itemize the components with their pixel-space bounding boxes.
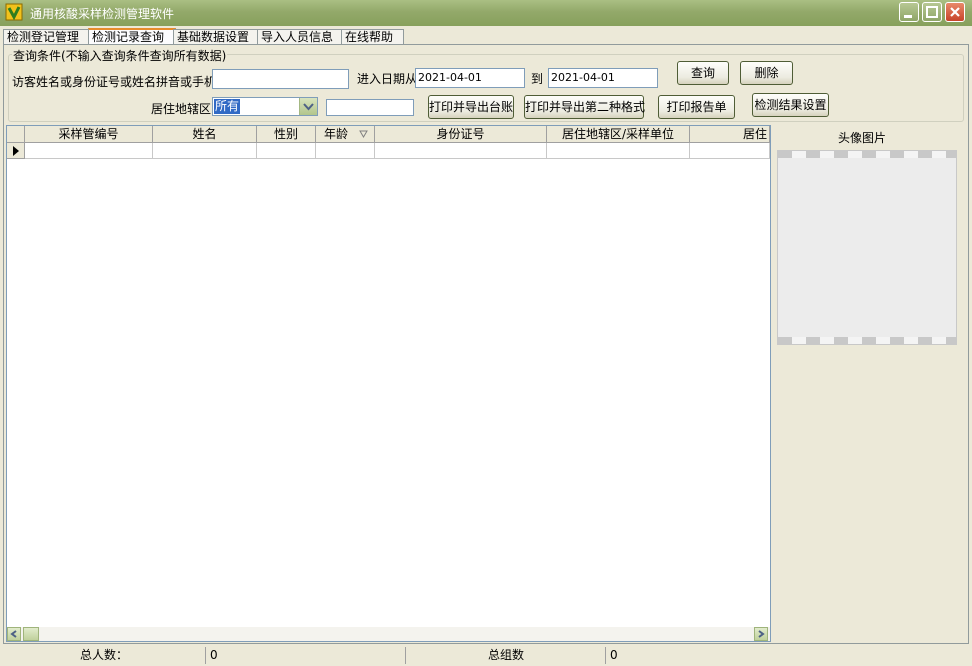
print-report-button[interactable]: 打印报告单 [658, 95, 735, 119]
column-header-age[interactable]: 年龄 [316, 126, 375, 143]
total-people-value: 0 [205, 647, 405, 664]
name-search-label: 访客姓名或身份证号或姓名拼音或手机 [12, 75, 212, 89]
chevron-down-icon [303, 103, 314, 111]
grid-corner [7, 126, 25, 143]
close-button[interactable] [945, 2, 965, 22]
window-title: 通用核酸采样检测管理软件 [30, 7, 175, 21]
records-grid[interactable]: 采样管编号 姓名 性别 年龄 身份证号 居住地辖区/采样单位 居住 [6, 125, 771, 642]
date-from-field[interactable]: 2021-04-01 [415, 68, 525, 88]
scroll-thumb[interactable] [23, 627, 39, 641]
total-groups-value: 0 [605, 647, 972, 664]
district-label: 居住地辖区 [151, 102, 212, 116]
column-header-district-unit[interactable]: 居住地辖区/采样单位 [547, 126, 690, 143]
avatar-image[interactable] [777, 150, 957, 345]
column-header-age-label: 年龄 [324, 127, 349, 141]
sort-indicator-icon [359, 130, 368, 138]
column-header-id-number[interactable]: 身份证号 [375, 126, 547, 143]
new-row-cell[interactable] [257, 143, 316, 159]
column-header-tube-number[interactable]: 采样管编号 [25, 126, 153, 143]
date-from-label: 进入日期从 [357, 72, 418, 86]
tab-basic-data[interactable]: 基础数据设置 [173, 29, 261, 45]
name-search-input[interactable] [212, 69, 349, 89]
delete-button[interactable]: 删除 [740, 61, 793, 85]
photo-panel: 头像图片 [772, 125, 964, 642]
status-bar: 总人数： 0 总组数 0 [0, 645, 972, 666]
horizontal-scrollbar[interactable] [7, 627, 770, 641]
new-row-cell[interactable] [547, 143, 690, 159]
photo-title: 头像图片 [837, 131, 886, 145]
column-header-residence[interactable]: 居住 [690, 126, 770, 143]
search-button[interactable]: 查询 [677, 61, 729, 85]
new-row-cell[interactable] [375, 143, 547, 159]
arrow-left-icon [10, 630, 17, 638]
new-row-cell[interactable] [316, 143, 375, 159]
arrow-right-icon [758, 630, 765, 638]
total-groups-label: 总组数 [405, 647, 605, 664]
title-bar: 通用核酸采样检测管理软件 [0, 0, 972, 26]
minimize-icon [904, 15, 912, 18]
print-ledger-button[interactable]: 打印并导出台账 [428, 95, 514, 119]
district-selected-value: 所有 [214, 99, 241, 114]
total-people-label: 总人数： [80, 648, 129, 662]
district-dropdown-button[interactable] [299, 98, 317, 115]
tab-online-help[interactable]: 在线帮助 [341, 29, 404, 45]
photo-border-bottom [778, 337, 956, 344]
column-header-gender[interactable]: 性别 [257, 126, 316, 143]
date-to-field[interactable]: 2021-04-01 [548, 68, 658, 88]
date-to-label: 到 [531, 72, 544, 86]
query-legend: 查询条件(不输入查询条件查询所有数据) [12, 47, 228, 64]
scroll-right-button[interactable] [754, 627, 768, 641]
scroll-left-button[interactable] [7, 627, 21, 641]
tab-registration[interactable]: 检测登记管理 [3, 29, 91, 45]
maximize-button[interactable] [922, 2, 942, 22]
extra-filter-input[interactable] [326, 99, 414, 116]
minimize-button[interactable] [899, 2, 919, 22]
print-format2-button[interactable]: 打印并导出第二种格式 [524, 95, 645, 119]
new-row-cell[interactable] [153, 143, 257, 159]
current-row-arrow-icon [13, 146, 19, 156]
new-row-cell[interactable] [690, 143, 770, 159]
row-indicator[interactable] [7, 143, 25, 159]
maximize-icon [926, 6, 938, 18]
district-select[interactable]: 所有 [212, 97, 318, 116]
tab-import-people[interactable]: 导入人员信息 [257, 29, 345, 45]
close-icon [950, 7, 960, 17]
column-header-name[interactable]: 姓名 [153, 126, 257, 143]
app-logo-icon [5, 3, 23, 21]
result-settings-button[interactable]: 检测结果设置 [752, 93, 829, 117]
new-row-cell[interactable] [25, 143, 153, 159]
photo-border-top [778, 151, 956, 158]
